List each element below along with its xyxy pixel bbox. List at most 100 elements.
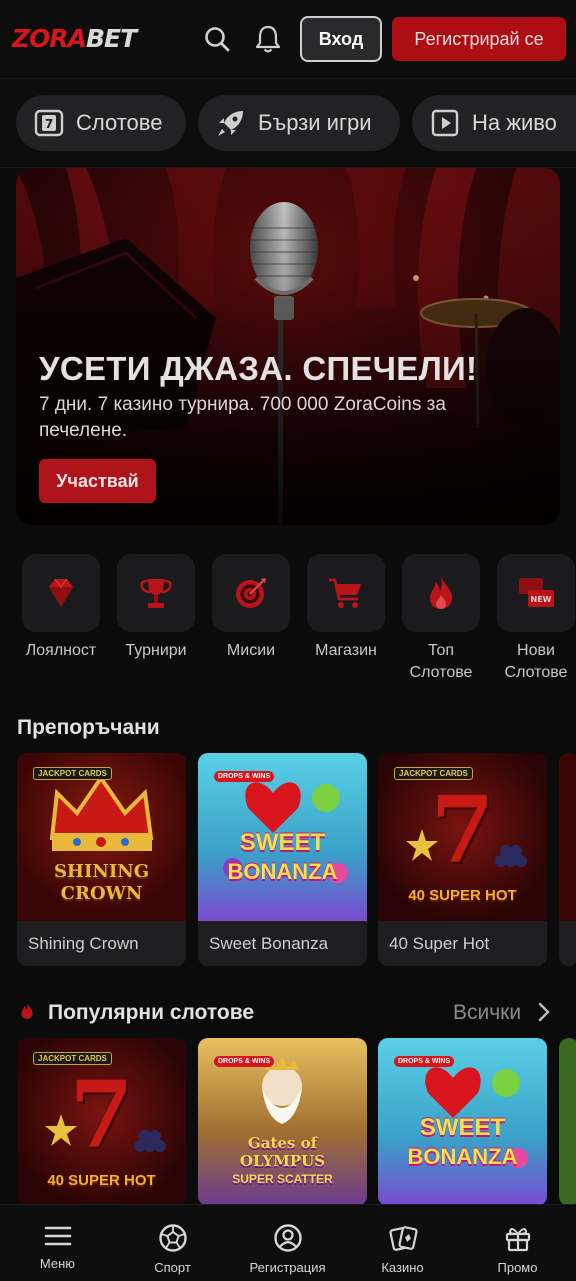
quick-link-label: Турнири: [125, 642, 187, 659]
game-name: 40 Super Hot: [389, 934, 490, 953]
game-card-partial[interactable]: [559, 1038, 576, 1206]
quick-link-tournaments[interactable]: Турнири: [116, 554, 196, 662]
game-art-line2: CROWN: [60, 883, 143, 904]
game-art-line2: BONANZA: [407, 1144, 518, 1169]
play-icon: [431, 109, 459, 137]
search-icon[interactable]: [198, 20, 236, 58]
quick-link-tile: [117, 554, 195, 632]
game-art: [559, 1038, 576, 1206]
game-art: [559, 753, 576, 921]
quick-link-label: Топ Слотове: [409, 642, 473, 681]
game-card-sweet-bonanza[interactable]: DROPS & WINS SWEET BONANZA: [378, 1038, 547, 1206]
game-name: [559, 921, 576, 966]
user-circle-icon: [273, 1224, 302, 1252]
quick-link-label: Лоялност: [25, 642, 97, 659]
game-art-line1: SWEET: [419, 1114, 506, 1141]
game-art-line2: 40 SUPER HOT: [408, 887, 517, 904]
banner-subtitle: 7 дни. 7 казино турнира. 700 000 ZoraCoi…: [39, 394, 446, 441]
bell-icon[interactable]: [249, 20, 287, 58]
drops-wins-badge: DROPS & WINS: [214, 771, 275, 782]
game-art-line1: SHINING: [53, 861, 150, 882]
category-live[interactable]: На живо: [412, 95, 576, 151]
category-label: Слотове: [76, 110, 163, 135]
gift-icon: [505, 1228, 530, 1252]
game-art: DROPS & WINS SWEET BONANZA: [198, 753, 367, 921]
game-art: JACKPOT CARDS SHINING CROWN: [17, 753, 186, 921]
participate-button[interactable]: Участвай: [39, 459, 156, 503]
quick-link-missions[interactable]: Мисии: [211, 554, 291, 662]
diamond-icon: [49, 578, 73, 607]
game-card-gates-of-olympus[interactable]: DROPS & WINS Gates of OLYMPUS SUPER SCAT…: [198, 1038, 367, 1206]
quick-link-top-slots[interactable]: Топ Слотове: [401, 554, 481, 684]
soccer-ball-icon: [158, 1224, 187, 1252]
category-slots[interactable]: 7 Слотове: [16, 95, 186, 151]
quick-link-loyalty[interactable]: Лоялност: [21, 554, 101, 662]
cart-icon: [329, 578, 361, 608]
nav-label: Промо: [497, 1260, 538, 1275]
game-art-line1: SWEET: [239, 829, 326, 856]
game-art: DROPS & WINS Gates of OLYMPUS SUPER SCAT…: [198, 1038, 367, 1206]
game-card-partial[interactable]: [559, 753, 576, 966]
slot-7-icon: 7: [34, 109, 64, 137]
game-art-line2: 40 SUPER HOT: [47, 1172, 156, 1189]
quick-link-label: Магазин: [315, 642, 377, 659]
game-name: Sweet Bonanza: [209, 934, 329, 953]
flame-icon: [17, 1000, 37, 1027]
game-card-shining-crown[interactable]: JACKPOT CARDS SHINING CROWN Shining Crow…: [17, 753, 186, 966]
svg-text:NEW: NEW: [531, 595, 552, 604]
nav-casino[interactable]: Казино: [345, 1205, 460, 1281]
trophy-icon: [140, 579, 172, 608]
nav-promo[interactable]: Промо: [460, 1205, 575, 1281]
category-label: Бързи игри: [258, 110, 372, 135]
quick-link-label: Нови Слотове: [504, 642, 568, 681]
game-card-sweet-bonanza[interactable]: DROPS & WINS SWEET BONANZA Sweet Bonanza: [198, 753, 367, 966]
game-art-line1: 7: [69, 1061, 134, 1169]
quick-link-tile: [22, 554, 100, 632]
nav-label: Меню: [39, 1256, 76, 1271]
game-art-line2: BONANZA: [227, 859, 338, 884]
category-fast-games[interactable]: Бързи игри: [198, 95, 400, 151]
svg-text:7: 7: [45, 117, 53, 131]
top-header: ZORABET Вход Регистрирай се: [0, 0, 576, 79]
nav-menu[interactable]: Меню: [0, 1205, 115, 1281]
drops-wins-badge: DROPS & WINS: [394, 1056, 455, 1067]
register-button[interactable]: Регистрирай се: [392, 17, 566, 61]
new-badge-icon: NEW: [519, 578, 554, 607]
nav-sport[interactable]: Спорт: [115, 1205, 230, 1281]
login-button[interactable]: Вход: [300, 16, 382, 62]
quick-link-tile: [402, 554, 480, 632]
game-art-line1: Gates of OLYMPUS: [239, 1134, 326, 1170]
flame-icon: [430, 576, 452, 609]
rocket-icon: [218, 111, 243, 136]
game-art: DROPS & WINS SWEET BONANZA: [378, 1038, 547, 1206]
target-icon: [236, 578, 266, 608]
banner-title: УСЕТИ ДЖАЗА. СПЕЧЕЛИ!: [39, 350, 478, 387]
nav-registration[interactable]: Регистрация: [230, 1205, 345, 1281]
zorabet-logo[interactable]: ZORABET: [12, 24, 137, 53]
game-art-line1: 7: [430, 776, 495, 884]
nav-label: Спорт: [154, 1260, 191, 1275]
quick-link-tile: [212, 554, 290, 632]
game-art: JACKPOT CARDS 7 40 SUPER HOT: [17, 1038, 186, 1206]
quick-link-tile: NEW: [497, 554, 575, 632]
quick-link-shop[interactable]: Магазин: [306, 554, 386, 662]
bottom-nav: Меню Спорт Регистрация Казино Промо: [0, 1204, 576, 1281]
game-card-40-super-hot[interactable]: JACKPOT CARDS 7 40 SUPER HOT 40 Super Ho…: [378, 753, 547, 966]
quick-link-new-slots[interactable]: NEW Нови Слотове: [496, 554, 576, 684]
nav-label: Казино: [381, 1260, 424, 1275]
game-card-40-super-hot[interactable]: JACKPOT CARDS 7 40 SUPER HOT: [17, 1038, 186, 1206]
quick-link-tile: [307, 554, 385, 632]
cards-icon: [388, 1226, 418, 1251]
chevron-right-icon[interactable]: [536, 1001, 552, 1028]
popular-title: Популярни слотове: [48, 1001, 255, 1024]
category-label: На живо: [472, 110, 557, 135]
menu-icon: [44, 1226, 71, 1246]
game-art-line2: SUPER SCATTER: [232, 1172, 333, 1186]
game-art: JACKPOT CARDS 7 40 SUPER HOT: [378, 753, 547, 921]
quick-link-label: Мисии: [226, 642, 276, 659]
recommended-title: Препоръчани: [17, 716, 160, 739]
jackpot-cards-badge: JACKPOT CARDS: [33, 767, 112, 780]
promo-banner[interactable]: УСЕТИ ДЖАЗА. СПЕЧЕЛИ! 7 дни. 7 казино ту…: [16, 168, 560, 525]
drops-wins-badge: DROPS & WINS: [214, 1056, 275, 1067]
see-all-link[interactable]: Всички: [453, 1001, 521, 1025]
